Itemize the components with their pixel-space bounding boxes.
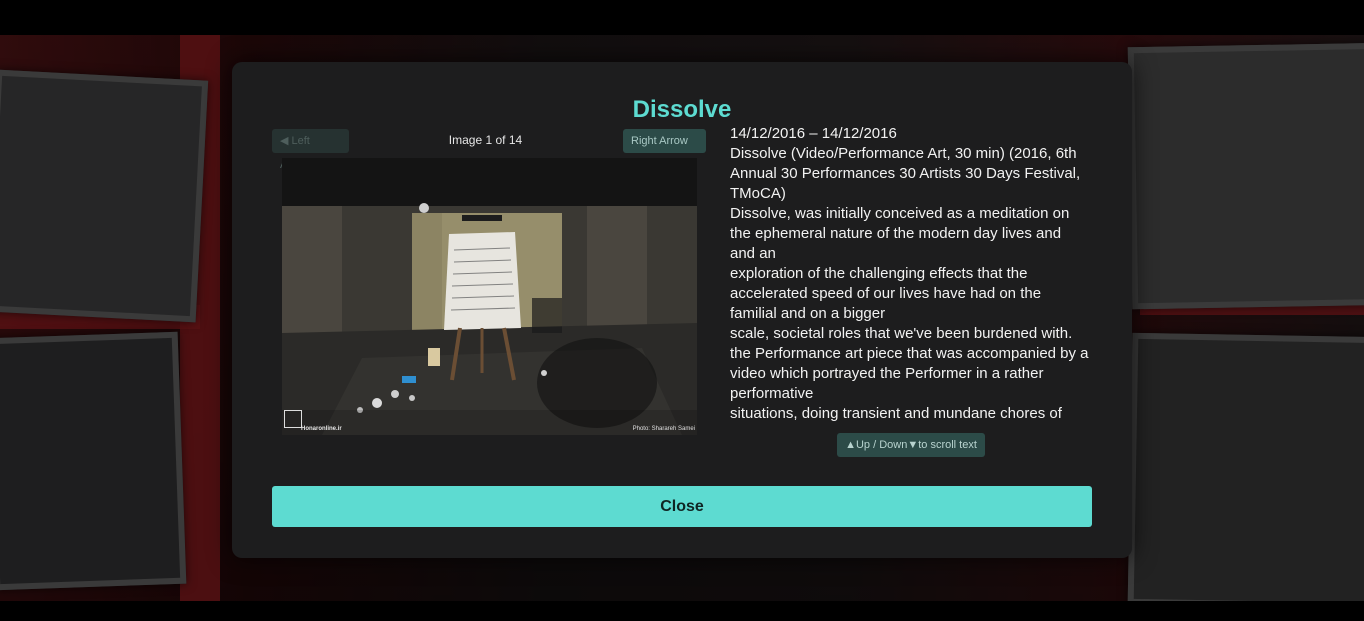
- description-paragraph: situations, doing transient and mundane …: [730, 405, 1062, 422]
- performance-scene-image: [282, 158, 697, 435]
- description-scroll-area[interactable]: 14/12/2016 – 14/12/2016 Dissolve (Video/…: [730, 124, 1090, 422]
- description-paragraph: scale, societal roles that we've been bu…: [730, 325, 1089, 402]
- description-paragraph: exploration of the challenging effects t…: [730, 265, 1042, 322]
- image-counter: Image 1 of 14: [448, 133, 523, 147]
- date-range: 14/12/2016 – 14/12/2016: [730, 125, 897, 142]
- watermark-text: Honaronline.ir: [301, 426, 342, 432]
- scroll-hint: ▲Up / Down▼to scroll text: [837, 433, 985, 457]
- left-arrow-button[interactable]: ◀ Left Arrow: [272, 129, 349, 171]
- close-button[interactable]: Close: [272, 486, 1092, 527]
- modal-title: Dissolve: [632, 96, 732, 123]
- artwork-modal: Dissolve ◀ Left Arrow Image 1 of 14 Righ…: [232, 62, 1132, 558]
- description-paragraph: Dissolve, was initially conceived as a m…: [730, 205, 1070, 262]
- work-details: Dissolve (Video/Performance Art, 30 min)…: [730, 145, 1081, 202]
- watermark-logo-icon: [284, 410, 302, 428]
- top-letterbox: [0, 0, 1364, 35]
- artwork-photo: Honaronline.ir Photo: Sharareh Samei: [282, 158, 697, 435]
- photo-credit: Photo: Sharareh Samei: [632, 426, 695, 432]
- wall-photo-frame: [1127, 332, 1364, 601]
- right-arrow-button[interactable]: Right Arrow ▶: [623, 129, 706, 171]
- wall-photo-frame: [1127, 42, 1364, 310]
- bottom-letterbox: [0, 601, 1364, 621]
- wall-photo-frame: [0, 331, 187, 591]
- wall-photo-frame: [0, 69, 209, 323]
